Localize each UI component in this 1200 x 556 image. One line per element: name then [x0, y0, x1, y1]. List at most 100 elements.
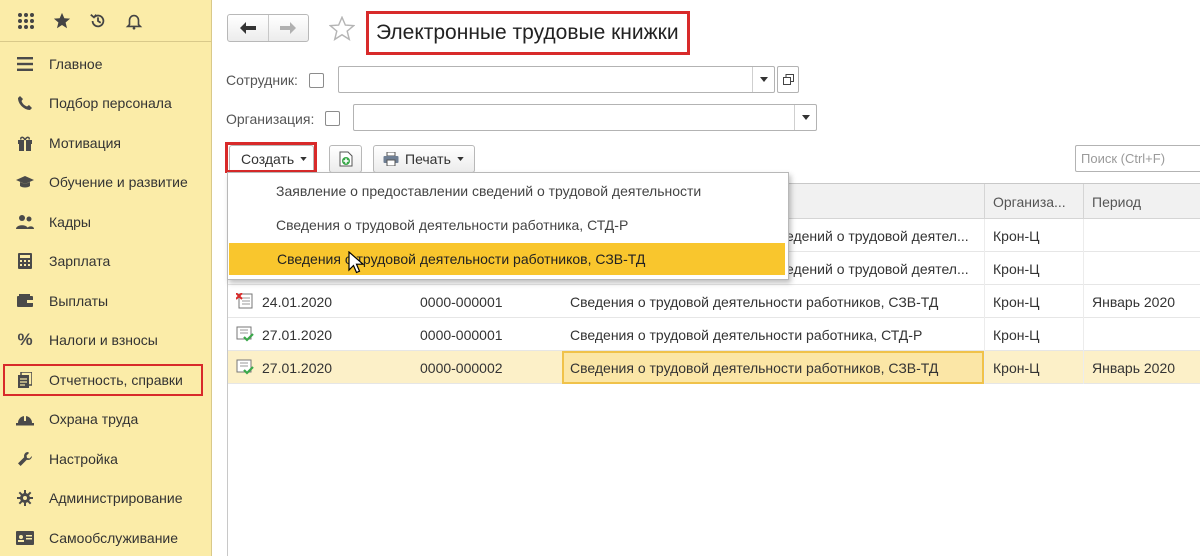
- sidebar-item-taxes[interactable]: % Налоги и взносы: [0, 324, 212, 356]
- date-cell: 27.01.2020: [262, 326, 333, 343]
- sidebar: Главное Подбор персонала Мотивация Обуче…: [0, 0, 212, 556]
- sidebar-item-label: Отчетность, справки: [49, 372, 183, 388]
- menu-item-szv-td[interactable]: Сведения о трудовой деятельности работни…: [229, 243, 785, 275]
- number-cell: 0000-000001: [420, 326, 503, 343]
- arrow-left-icon: [239, 22, 256, 34]
- sidebar-item-label: Выплаты: [49, 293, 109, 309]
- employee-open-button[interactable]: [777, 66, 799, 93]
- document-posted-icon: [236, 359, 254, 375]
- create-button-highlight: [225, 142, 317, 173]
- sidebar-item-label: Настройка: [49, 451, 118, 467]
- helmet-icon: [14, 409, 36, 429]
- calculator-icon: [14, 251, 36, 271]
- chevron-down-icon: [759, 77, 768, 82]
- chevron-down-icon: [457, 157, 464, 161]
- organization-cell: Крон-Ц: [984, 285, 1083, 318]
- mouse-cursor-icon: [348, 250, 365, 278]
- sidebar-item-personnel[interactable]: Кадры: [0, 206, 212, 238]
- gear-icon: [14, 488, 36, 508]
- sidebar-item-label: Кадры: [49, 214, 91, 230]
- organization-field[interactable]: [353, 104, 817, 131]
- column-organization[interactable]: Организа...: [984, 184, 1083, 219]
- document-name-cell: Сведения о трудовой деятельности работни…: [570, 293, 939, 310]
- date-cell: 24.01.2020: [262, 293, 333, 310]
- period-cell: Январь 2020: [1083, 285, 1200, 318]
- date-cell: 27.01.2020: [262, 359, 333, 376]
- create-dropdown-menu: Заявление о предоставлении сведений о тр…: [227, 172, 789, 280]
- forward-button[interactable]: [267, 15, 309, 41]
- organization-label: Организация:: [226, 111, 315, 127]
- back-button[interactable]: [228, 15, 268, 41]
- page-title: Электронные трудовые книжки: [366, 11, 690, 55]
- bell-icon[interactable]: [116, 6, 152, 36]
- people-icon: [14, 212, 36, 232]
- sidebar-item-label: Обучение и развитие: [49, 174, 188, 190]
- wrench-icon: [14, 449, 36, 469]
- table-row[interactable]: 24.01.2020 0000-000001 Сведения о трудов…: [228, 285, 1200, 318]
- menu-item-std-r[interactable]: Сведения о трудовой деятельности работни…: [228, 209, 788, 241]
- sidebar-item-recruitment[interactable]: Подбор персонала: [0, 87, 212, 119]
- sidebar-item-self-service[interactable]: Самообслуживание: [0, 522, 212, 554]
- sidebar-item-motivation[interactable]: Мотивация: [0, 127, 212, 159]
- sidebar-item-main[interactable]: Главное: [0, 48, 212, 80]
- navigation-buttons: [227, 14, 309, 42]
- organization-cell: Крон-Ц: [984, 351, 1083, 384]
- organization-filter-checkbox[interactable]: [325, 111, 340, 126]
- menu-item-request-work-info[interactable]: Заявление о предоставлении сведений о тр…: [228, 175, 788, 207]
- sidebar-item-label: Подбор персонала: [49, 95, 172, 111]
- employee-filter-checkbox[interactable]: [309, 73, 324, 88]
- id-card-icon: [14, 528, 36, 548]
- wallet-icon: [14, 291, 36, 311]
- sidebar-item-label: Охрана труда: [49, 411, 139, 427]
- document-name-cell: Сведения о трудовой деятельности работни…: [570, 326, 923, 343]
- period-cell: Январь 2020: [1083, 351, 1200, 384]
- document-name-cell: Сведения о трудовой деятельности работни…: [562, 351, 984, 384]
- sidebar-item-training[interactable]: Обучение и развитие: [0, 166, 212, 198]
- documents-icon: [14, 370, 36, 390]
- add-from-file-button[interactable]: [329, 145, 362, 173]
- apps-grid-icon[interactable]: [8, 6, 44, 36]
- sidebar-item-administration[interactable]: Администрирование: [0, 482, 212, 514]
- organization-cell: Крон-Ц: [984, 318, 1083, 351]
- number-cell: 0000-000001: [420, 293, 503, 310]
- document-name-cell: едений о трудовой деятел...: [786, 227, 969, 244]
- print-button[interactable]: Печать: [373, 145, 475, 173]
- sidebar-item-reports[interactable]: Отчетность, справки: [3, 364, 203, 396]
- period-cell: [1083, 252, 1200, 285]
- period-cell: [1083, 318, 1200, 351]
- graduation-cap-icon: [14, 172, 36, 192]
- sidebar-item-label: Самообслуживание: [49, 530, 179, 546]
- open-window-icon: [782, 74, 794, 85]
- history-icon[interactable]: [80, 6, 116, 36]
- period-cell: [1083, 219, 1200, 252]
- gift-icon: [14, 133, 36, 153]
- list-icon: [14, 54, 36, 74]
- favorites-star-icon[interactable]: [44, 6, 80, 36]
- sidebar-item-labor-safety[interactable]: Охрана труда: [0, 403, 212, 435]
- employee-label: Сотрудник:: [226, 72, 298, 88]
- column-period[interactable]: Период: [1083, 184, 1200, 219]
- employee-field[interactable]: [338, 66, 775, 93]
- sidebar-toolbar: [0, 0, 211, 42]
- sidebar-item-label: Администрирование: [49, 490, 183, 506]
- organization-dropdown-button[interactable]: [794, 105, 816, 130]
- organization-cell: Крон-Ц: [984, 219, 1083, 252]
- document-posted-icon: [236, 326, 254, 342]
- employee-dropdown-button[interactable]: [752, 67, 774, 92]
- table-row[interactable]: 27.01.2020 0000-000001 Сведения о трудов…: [228, 318, 1200, 351]
- percent-icon: %: [17, 330, 33, 349]
- sidebar-item-label: Зарплата: [49, 253, 111, 269]
- chevron-down-icon: [801, 115, 810, 120]
- print-button-label: Печать: [405, 151, 451, 167]
- sidebar-item-payments[interactable]: Выплаты: [0, 285, 212, 317]
- sidebar-item-settings[interactable]: Настройка: [0, 443, 212, 475]
- search-input[interactable]: Поиск (Ctrl+F): [1075, 145, 1200, 172]
- document-add-icon: [339, 151, 352, 167]
- sidebar-item-label: Налоги и взносы: [49, 332, 158, 348]
- arrow-right-icon: [280, 22, 297, 34]
- phone-icon: [14, 93, 36, 113]
- favorite-star-icon[interactable]: [328, 15, 356, 45]
- table-row-selected[interactable]: 27.01.2020 0000-000002 Сведения о трудов…: [228, 351, 1200, 384]
- sidebar-item-salary[interactable]: Зарплата: [0, 245, 212, 277]
- number-cell: 0000-000002: [420, 359, 503, 376]
